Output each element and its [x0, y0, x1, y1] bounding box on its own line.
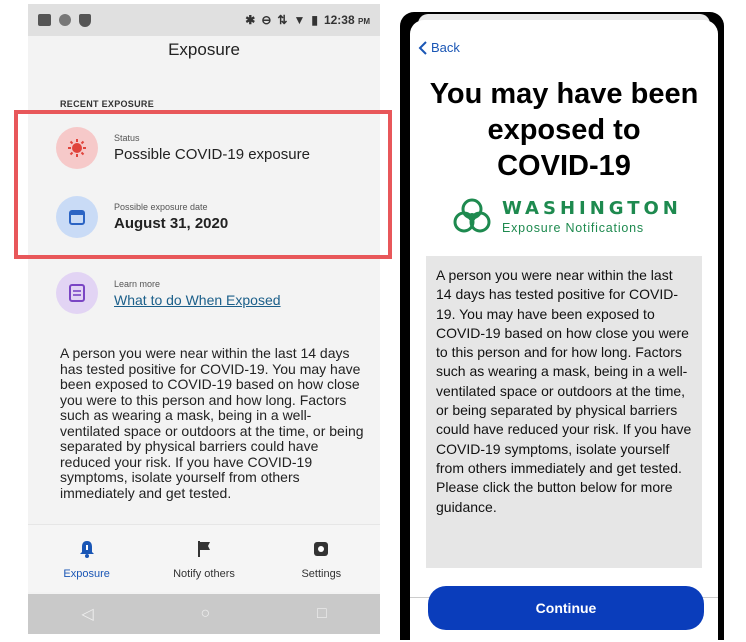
washington-logo-icon [453, 198, 491, 233]
washington-logo: WASHINGTON Exposure Notifications [452, 196, 682, 236]
nav-settings-label: Settings [301, 567, 342, 580]
status-bar: ✱ ⊖ ⇅ ▼ ▮ 12:38 PM [28, 4, 380, 36]
nav-exposure[interactable]: Exposure [32, 525, 142, 592]
continue-button[interactable]: Continue [428, 586, 704, 630]
page-title: You may have been exposed to COVID-19 [429, 78, 699, 182]
ios-screen: Back You may have been exposed to COVID-19… [410, 20, 718, 640]
comparison-screenshot: ✱ ⊖ ⇅ ▼ ▮ 12:38 PM Exposure RECENT EXPOS… [0, 0, 746, 642]
nav-notify-others[interactable]: Notify others [149, 525, 259, 592]
data-arrows-icon: ⇅ [277, 13, 288, 27]
wifi-icon: ▼ [293, 13, 306, 27]
flag-icon [196, 538, 212, 560]
system-navigation: ◁ ○ □ [28, 594, 380, 634]
highlight-box [14, 110, 392, 259]
gallery-icon [38, 14, 51, 26]
back-label: Back [431, 40, 460, 55]
chevron-left-icon [418, 40, 427, 55]
bluetooth-icon: ✱ [245, 13, 256, 27]
nav-settings[interactable]: Settings [266, 525, 376, 592]
recents-square-icon[interactable]: □ [317, 605, 327, 623]
document-icon [56, 272, 98, 314]
gear-icon [312, 538, 330, 560]
android-screen: ✱ ⊖ ⇅ ▼ ▮ 12:38 PM Exposure RECENT EXPOS… [28, 4, 380, 634]
logo-name: WASHINGTON [502, 197, 682, 219]
shield-icon [79, 13, 91, 27]
record-icon [59, 14, 71, 26]
dnd-icon: ⊖ [261, 13, 272, 27]
bell-icon [79, 538, 95, 560]
learn-more-row[interactable]: Learn more What to do When Exposed [56, 272, 281, 314]
section-label: RECENT EXPOSURE [60, 99, 155, 109]
exposure-description: A person you were near within the last 1… [60, 345, 364, 501]
back-button[interactable]: Back [418, 40, 460, 55]
nav-exposure-label: Exposure [63, 567, 110, 580]
nav-notify-others-label: Notify others [173, 567, 235, 580]
learn-more-label: Learn more [114, 278, 161, 289]
status-time: 12:38 PM [323, 13, 370, 27]
bottom-navigation: Exposure Notify others Settings [28, 524, 380, 592]
battery-icon: ▮ [311, 13, 318, 27]
logo-subtitle: Exposure Notifications [502, 220, 644, 235]
page-title: Exposure [168, 40, 240, 59]
back-triangle-icon[interactable]: ◁ [81, 604, 93, 624]
exposure-description: A person you were near within the last 1… [426, 256, 702, 568]
home-circle-icon[interactable]: ○ [200, 605, 210, 623]
what-to-do-link[interactable]: What to do When Exposed [114, 292, 281, 308]
